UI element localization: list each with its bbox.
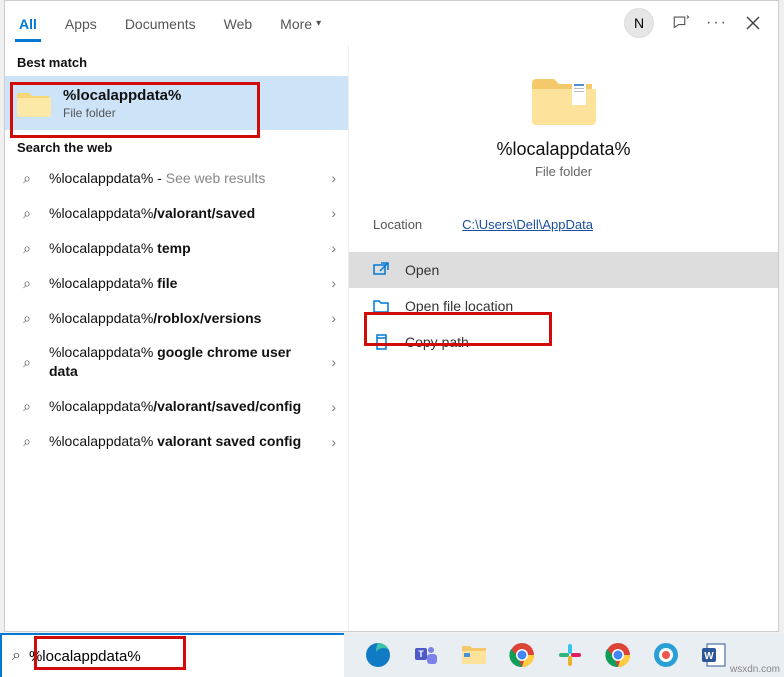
chevron-right-icon[interactable]: ›: [331, 399, 336, 415]
tab-documents[interactable]: Documents: [111, 4, 210, 42]
tab-label: All: [19, 16, 37, 32]
chevron-right-icon[interactable]: ›: [331, 240, 336, 256]
best-match-title: %localappdata%: [63, 87, 181, 104]
web-result[interactable]: ⌕ %localappdata%/valorant/saved/config ›: [5, 389, 348, 424]
action-label: Open file location: [405, 298, 513, 314]
svg-text:W: W: [704, 651, 714, 662]
edge-icon[interactable]: [364, 641, 392, 669]
result-text: %localappdata%/roblox/versions: [49, 309, 319, 328]
web-result[interactable]: ⌕ %localappdata% temp ›: [5, 231, 348, 266]
folder-icon: [532, 73, 596, 125]
preview-subtitle: File folder: [535, 164, 592, 179]
web-result[interactable]: ⌕ %localappdata% file ›: [5, 266, 348, 301]
taskbar: ⌕ T W: [0, 633, 784, 677]
chevron-right-icon[interactable]: ›: [331, 310, 336, 326]
more-icon[interactable]: ···: [708, 14, 726, 32]
file-explorer-icon[interactable]: [460, 641, 488, 669]
web-result[interactable]: ⌕ %localappdata%/roblox/versions ›: [5, 301, 348, 336]
tab-label: Documents: [125, 16, 196, 32]
location-row: Location C:\Users\Dell\AppData: [349, 197, 778, 252]
tab-all[interactable]: All: [5, 4, 51, 42]
action-copy-path[interactable]: Copy path: [349, 324, 778, 360]
word-icon[interactable]: W: [700, 641, 728, 669]
tab-label: Web: [224, 16, 253, 32]
search-icon: ⌕: [12, 647, 21, 665]
result-text: %localappdata% valorant saved config: [49, 432, 319, 451]
chrome-icon[interactable]: [604, 641, 632, 669]
tab-more[interactable]: More ▾: [266, 4, 335, 42]
best-match-text: %localappdata% File folder: [63, 87, 181, 120]
results-pane: Best match %localappdata% File folder Se…: [5, 45, 349, 631]
action-open[interactable]: Open: [349, 252, 778, 288]
location-link[interactable]: C:\Users\Dell\AppData: [462, 217, 593, 232]
watermark: wsxdn.com: [730, 664, 780, 675]
action-label: Open: [405, 262, 439, 278]
folder-icon: [373, 298, 391, 314]
snagit-icon[interactable]: [652, 641, 680, 669]
chevron-right-icon[interactable]: ›: [331, 205, 336, 221]
web-result[interactable]: ⌕ %localappdata%/valorant/saved ›: [5, 196, 348, 231]
preview-header: %localappdata% File folder: [349, 45, 778, 197]
search-icon: ⌕: [17, 398, 37, 415]
result-text: %localappdata% - See web results: [49, 169, 319, 188]
result-text: %localappdata%/valorant/saved/config: [49, 397, 319, 416]
avatar[interactable]: N: [624, 8, 654, 38]
search-icon: ⌕: [17, 310, 37, 327]
preview-title: %localappdata%: [496, 139, 630, 160]
taskbar-icons: T W: [344, 641, 728, 669]
search-icon: ⌕: [17, 170, 37, 187]
web-result[interactable]: ⌕ %localappdata% - See web results ›: [5, 161, 348, 196]
preview-pane: %localappdata% File folder Location C:\U…: [349, 45, 778, 631]
svg-text:T: T: [418, 649, 424, 659]
web-result[interactable]: ⌕ %localappdata% google chrome user data…: [5, 335, 348, 389]
header-right: N ···: [624, 8, 768, 38]
result-text: %localappdata%/valorant/saved: [49, 204, 319, 223]
result-text: %localappdata% google chrome user data: [49, 343, 319, 381]
open-icon: [373, 262, 391, 278]
tab-label: More: [280, 16, 312, 32]
chevron-right-icon[interactable]: ›: [331, 434, 336, 450]
tabs: All Apps Documents Web More ▾: [5, 4, 624, 42]
search-input[interactable]: [29, 648, 334, 665]
chevron-down-icon: ▾: [316, 18, 321, 29]
folder-icon: [17, 86, 51, 120]
feedback-icon[interactable]: [672, 14, 690, 32]
search-icon: ⌕: [17, 275, 37, 292]
tab-web[interactable]: Web: [210, 4, 267, 42]
location-label: Location: [373, 217, 422, 232]
preview-actions: Open Open file location Copy path: [349, 252, 778, 360]
slack-icon[interactable]: [556, 641, 584, 669]
chrome-icon[interactable]: [508, 641, 536, 669]
web-result[interactable]: ⌕ %localappdata% valorant saved config ›: [5, 424, 348, 459]
copy-icon: [373, 334, 391, 350]
best-match-subtitle: File folder: [63, 106, 181, 120]
chevron-right-icon[interactable]: ›: [331, 275, 336, 291]
search-icon: ⌕: [17, 354, 37, 371]
tab-apps[interactable]: Apps: [51, 4, 111, 42]
search-icon: ⌕: [17, 433, 37, 450]
close-icon[interactable]: [744, 14, 762, 32]
result-text: %localappdata% file: [49, 274, 319, 293]
search-box[interactable]: ⌕: [0, 633, 344, 677]
action-label: Copy path: [405, 334, 469, 350]
header: All Apps Documents Web More ▾ N ···: [5, 1, 778, 45]
search-icon: ⌕: [17, 205, 37, 222]
best-match-item[interactable]: %localappdata% File folder: [5, 76, 348, 130]
teams-icon[interactable]: T: [412, 641, 440, 669]
chevron-right-icon[interactable]: ›: [331, 354, 336, 370]
search-icon: ⌕: [17, 240, 37, 257]
result-text: %localappdata% temp: [49, 239, 319, 258]
avatar-letter: N: [634, 15, 644, 31]
chevron-right-icon[interactable]: ›: [331, 170, 336, 186]
tab-label: Apps: [65, 16, 97, 32]
section-best-match: Best match: [5, 45, 348, 76]
action-open-location[interactable]: Open file location: [349, 288, 778, 324]
section-search-web: Search the web: [5, 130, 348, 161]
